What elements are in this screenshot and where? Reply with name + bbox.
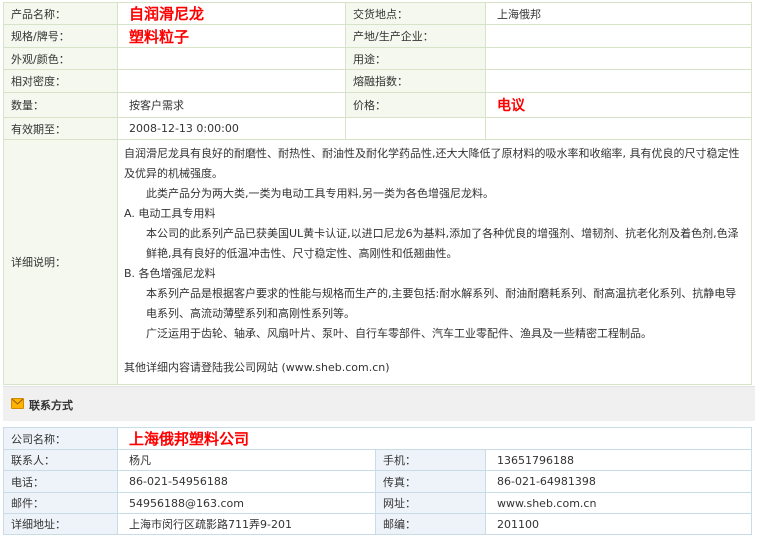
contact-info-table: 公司名称： 上海俄邦塑料公司 联系人： 杨凡 手机： 13651796188 电… (3, 427, 753, 535)
contact-section-title: 联系方式 (29, 399, 73, 412)
spec-value: 塑料粒子 (117, 24, 346, 48)
fax-label: 传真： (375, 470, 486, 493)
spec-text: 塑料粒子 (129, 27, 190, 46)
email-value[interactable]: 54956188@163.com (117, 492, 376, 514)
detail-heading-a: A. 电动工具专用料 (124, 207, 216, 220)
row-spec: 规格/牌号： 塑料粒子 产地/生产企业： (3, 24, 752, 48)
detail-heading-b: B. 各色增强尼龙料 (124, 267, 216, 280)
address-label: 详细地址： (3, 513, 118, 535)
appearance-value (117, 47, 346, 70)
row-quantity: 数量： 按客户需求 价格： 电议 (3, 92, 752, 118)
company-label: 公司名称： (3, 427, 118, 450)
appearance-label: 外观/颜色： (3, 47, 118, 70)
quantity-value: 按客户需求 (117, 92, 346, 118)
detail-description: 自润滑尼龙具有良好的耐磨性、耐热性、耐油性及耐化学药品性,还大大降低了原材料的吸… (117, 139, 752, 385)
validity-empty-1 (345, 117, 486, 140)
detail-paragraph: 此类产品分为两大类,一类为电动工具专用料,另一类为各色增强尼龙料。 (146, 187, 494, 200)
fax-value: 86-021-64981398 (484, 470, 753, 493)
envelope-icon (11, 398, 24, 409)
delivery-value: 上海俄邦 (485, 2, 752, 25)
density-label: 相对密度： (3, 69, 118, 93)
email-label: 邮件： (3, 492, 118, 514)
detail-label: 详细说明： (3, 139, 118, 385)
phone-label: 电话： (3, 470, 118, 493)
price-label: 价格： (345, 92, 486, 118)
company-name-text: 上海俄邦塑料公司 (129, 430, 250, 448)
product-info-table: 产品名称： 自润滑尼龙 交货地点： 上海俄邦 规格/牌号： 塑料粒子 产地/生产… (3, 2, 752, 385)
contact-section-header: 联系方式 (3, 386, 755, 421)
phone-value: 86-021-54956188 (117, 470, 376, 493)
company-value: 上海俄邦塑料公司 (116, 427, 753, 450)
zip-value: 201100 (484, 513, 753, 535)
origin-value (485, 24, 752, 48)
row-density: 相对密度： 熔融指数： (3, 69, 752, 93)
row-appearance: 外观/颜色： 用途： (3, 47, 752, 70)
price-text: 电议 (497, 98, 525, 114)
mfi-value (485, 69, 752, 93)
detail-paragraph: 广泛运用于齿轮、轴承、风扇叶片、泵叶、自行车零部件、汽车工业零配件、渔具及一些精… (146, 327, 652, 340)
row-email: 邮件： 54956188@163.com 网址： www.sheb.com.cn (3, 492, 753, 514)
row-detail: 详细说明： 自润滑尼龙具有良好的耐磨性、耐热性、耐油性及耐化学药品性,还大大降低… (3, 139, 752, 385)
website-value[interactable]: www.sheb.com.cn (484, 492, 753, 514)
delivery-label: 交货地点： (345, 2, 486, 25)
product-name-value: 自润滑尼龙 (117, 2, 346, 25)
zip-label: 邮编： (375, 513, 486, 535)
detail-paragraph: 本系列产品是根据客户要求的性能与规格而生产的,主要包括:耐水解系列、耐油耐磨耗系… (146, 287, 737, 320)
product-name-label: 产品名称： (3, 2, 118, 25)
row-name: 产品名称： 自润滑尼龙 交货地点： 上海俄邦 (3, 2, 752, 25)
row-address: 详细地址： 上海市闵行区疏影路711弄9-201 邮编： 201100 (3, 513, 753, 535)
row-company: 公司名称： 上海俄邦塑料公司 (3, 427, 753, 450)
usage-label: 用途： (345, 47, 486, 70)
price-value: 电议 (485, 92, 752, 118)
mobile-label: 手机： (375, 449, 486, 471)
detail-website-note: 其他详细内容请登陆我公司网站 (www.sheb.com.cn) (124, 361, 390, 374)
validity-label: 有效期至： (3, 117, 118, 140)
row-person: 联系人： 杨凡 手机： 13651796188 (3, 449, 753, 471)
mobile-value: 13651796188 (484, 449, 753, 471)
spec-label: 规格/牌号： (3, 24, 118, 48)
contact-person-value: 杨凡 (117, 449, 376, 471)
validity-empty-2 (485, 117, 752, 140)
origin-label: 产地/生产企业： (345, 24, 486, 48)
density-value (117, 69, 346, 93)
row-phone: 电话： 86-021-54956188 传真： 86-021-64981398 (3, 470, 753, 493)
product-name-text: 自润滑尼龙 (129, 5, 205, 23)
usage-value (485, 47, 752, 70)
contact-person-label: 联系人： (3, 449, 118, 471)
mfi-label: 熔融指数： (345, 69, 486, 93)
row-validity: 有效期至： 2008-12-13 0:00:00 (3, 117, 752, 140)
detail-paragraph: 本公司的此系列产品已获美国UL黄卡认证,以进口尼龙6为基料,添加了各种优良的增强… (146, 227, 739, 260)
address-value: 上海市闵行区疏影路711弄9-201 (117, 513, 376, 535)
website-label: 网址： (375, 492, 486, 514)
validity-value: 2008-12-13 0:00:00 (117, 117, 346, 140)
detail-paragraph: 自润滑尼龙具有良好的耐磨性、耐热性、耐油性及耐化学药品性,还大大降低了原材料的吸… (124, 147, 740, 180)
quantity-label: 数量： (3, 92, 118, 118)
